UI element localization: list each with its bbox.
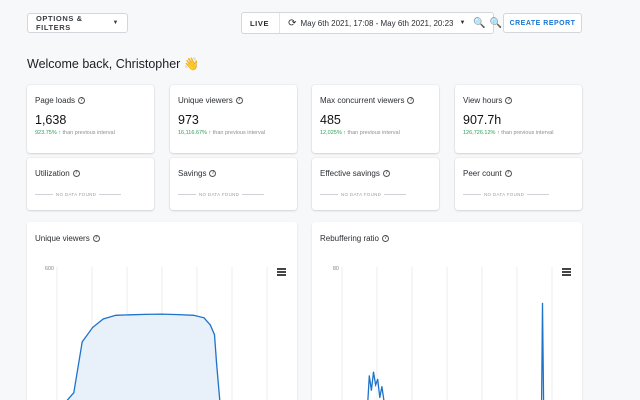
stat-delta-pct: 126,726.12% <box>463 130 496 136</box>
stat-card-savings: Savings? NO DATA FOUND <box>170 158 297 210</box>
chevron-down-icon[interactable]: ▼ <box>459 20 465 26</box>
y-tick-label: 600 <box>45 266 54 272</box>
data-point <box>377 378 379 380</box>
no-data-label: NO DATA FOUND <box>341 192 382 197</box>
data-point <box>192 314 195 316</box>
stat-delta-suffix: than previous interval <box>346 130 400 136</box>
data-point <box>73 392 75 394</box>
date-range-value[interactable]: May 6th 2021, 17:08 - May 6th 2021, 20:2… <box>300 19 453 28</box>
stat-delta-suffix: than previous interval <box>61 130 115 136</box>
stat-delta-suffix: than previous interval <box>499 130 554 136</box>
data-point <box>92 326 94 328</box>
data-point <box>370 389 372 391</box>
info-icon[interactable]: ? <box>209 170 217 177</box>
info-icon[interactable]: ? <box>72 170 80 177</box>
unique-viewers-chart-card: Unique viewers? 600 <box>27 222 297 400</box>
stat-delta: 923.75% ↑ than previous interval <box>35 130 115 136</box>
live-button[interactable]: LIVE <box>242 13 281 33</box>
data-point <box>203 317 205 319</box>
zoom-in-icon[interactable]: 🔍 <box>473 18 485 29</box>
rebuffering-ratio-chart-card: Rebuffering ratio? 80 <box>312 222 582 400</box>
info-icon[interactable]: ? <box>78 97 86 104</box>
data-point <box>368 375 370 377</box>
data-point <box>379 396 381 399</box>
stat-title: Savings <box>178 169 207 178</box>
info-icon[interactable]: ? <box>382 170 390 177</box>
stat-delta-pct: 16,116.67% <box>178 130 207 136</box>
stat-value: 485 <box>320 113 341 127</box>
welcome-heading: Welcome back, Christopher 👋 <box>27 57 200 71</box>
info-icon[interactable]: ? <box>505 97 513 104</box>
data-point <box>129 314 132 316</box>
unique-viewers-chart: 600 <box>45 266 268 400</box>
stat-title: Utilization <box>35 169 70 178</box>
create-report-button[interactable]: CREATE REPORT <box>503 13 582 33</box>
stat-card-page-loads: Page loads? 1,638 923.75% ↑ than previou… <box>27 85 154 153</box>
info-icon[interactable]: ? <box>504 170 512 177</box>
options-filters-button[interactable]: OPTIONS & FILTERS ▼ <box>27 13 128 33</box>
date-range-bar: LIVE ⟳ May 6th 2021, 17:08 - May 6th 202… <box>241 12 502 34</box>
data-point <box>375 384 377 386</box>
stat-title: Max concurrent viewers <box>320 96 405 105</box>
no-data-label: NO DATA FOUND <box>484 192 525 197</box>
series-area <box>67 314 220 400</box>
stat-delta-pct: 923.75% <box>35 130 57 136</box>
data-point <box>372 371 375 373</box>
stat-title: Effective savings <box>320 169 380 178</box>
data-point <box>144 313 146 315</box>
no-data-indicator: NO DATA FOUND <box>320 192 431 197</box>
data-point <box>381 386 383 388</box>
data-point <box>115 314 117 316</box>
stat-card-view-hours: View hours? 907.7h 126,726.12% ↑ than pr… <box>455 85 582 153</box>
info-icon[interactable]: ? <box>407 97 415 104</box>
no-data-label: NO DATA FOUND <box>56 192 97 197</box>
stat-title: Unique viewers <box>178 96 233 105</box>
stat-title: Peer count <box>463 169 502 178</box>
stat-value: 907.7h <box>463 113 502 127</box>
caret-down-icon: ▼ <box>112 20 119 26</box>
series-line <box>367 303 545 400</box>
stat-title: Page loads <box>35 96 76 105</box>
rebuffering-ratio-chart: 80 <box>333 266 553 400</box>
data-point <box>541 302 544 304</box>
stat-card-peer-count: Peer count? NO DATA FOUND <box>455 158 582 210</box>
stat-card-effective-savings: Effective savings? NO DATA FOUND <box>312 158 439 210</box>
zoom-out-icon[interactable]: 🔍 <box>490 18 502 29</box>
data-point <box>209 324 211 326</box>
stat-delta-suffix: than previous interval <box>211 130 266 136</box>
stat-card-unique-viewers: Unique viewers? 973 16,116.67% ↑ than pr… <box>170 85 297 153</box>
no-data-indicator: NO DATA FOUND <box>178 192 289 197</box>
no-data-indicator: NO DATA FOUND <box>463 192 574 197</box>
data-point <box>178 314 180 316</box>
info-icon[interactable]: ? <box>235 97 243 104</box>
y-tick-label: 80 <box>333 266 339 272</box>
stat-card-max-concurrent: Max concurrent viewers? 485 12,025% ↑ th… <box>312 85 439 153</box>
no-data-indicator: NO DATA FOUND <box>35 192 146 197</box>
refresh-icon[interactable]: ⟳ <box>288 18 296 29</box>
stat-delta: 16,116.67% ↑ than previous interval <box>178 130 265 136</box>
stat-title: View hours <box>463 96 503 105</box>
stat-delta-pct: 12,025% <box>320 130 342 136</box>
data-point <box>216 363 218 365</box>
stat-delta: 12,025% ↑ than previous interval <box>320 130 400 136</box>
stat-value: 1,638 <box>35 113 67 127</box>
no-data-label: NO DATA FOUND <box>199 192 240 197</box>
options-filters-label: OPTIONS & FILTERS <box>36 14 83 32</box>
data-point <box>161 313 163 315</box>
stat-value: 973 <box>178 113 199 127</box>
data-point <box>81 341 83 343</box>
data-point <box>213 334 216 336</box>
data-point <box>102 318 104 320</box>
stat-delta: 126,726.12% ↑ than previous interval <box>463 130 554 136</box>
stat-card-utilization: Utilization? NO DATA FOUND <box>27 158 154 210</box>
